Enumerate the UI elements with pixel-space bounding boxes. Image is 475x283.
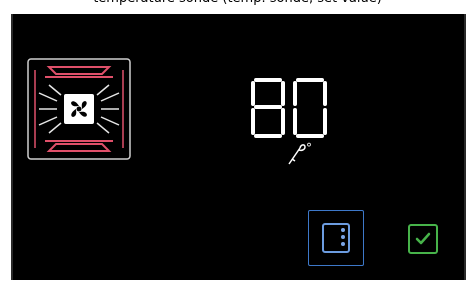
door-dots (341, 228, 345, 249)
checkmark-icon (415, 232, 431, 245)
degree-symbol: ° (306, 141, 312, 155)
core-probe-icon (288, 144, 306, 165)
oven-display: ° (11, 14, 466, 280)
door-button[interactable] (308, 210, 364, 266)
confirm-button[interactable] (408, 224, 438, 254)
temperature-digits (251, 78, 327, 138)
fan-with-top-bottom-heat-icon (27, 58, 131, 160)
top-caption: temperature sonde (temp. sonde, set valu… (0, 0, 475, 9)
temperature-value[interactable] (249, 76, 331, 140)
door-icon (322, 223, 350, 253)
mode-tile[interactable] (27, 58, 131, 160)
